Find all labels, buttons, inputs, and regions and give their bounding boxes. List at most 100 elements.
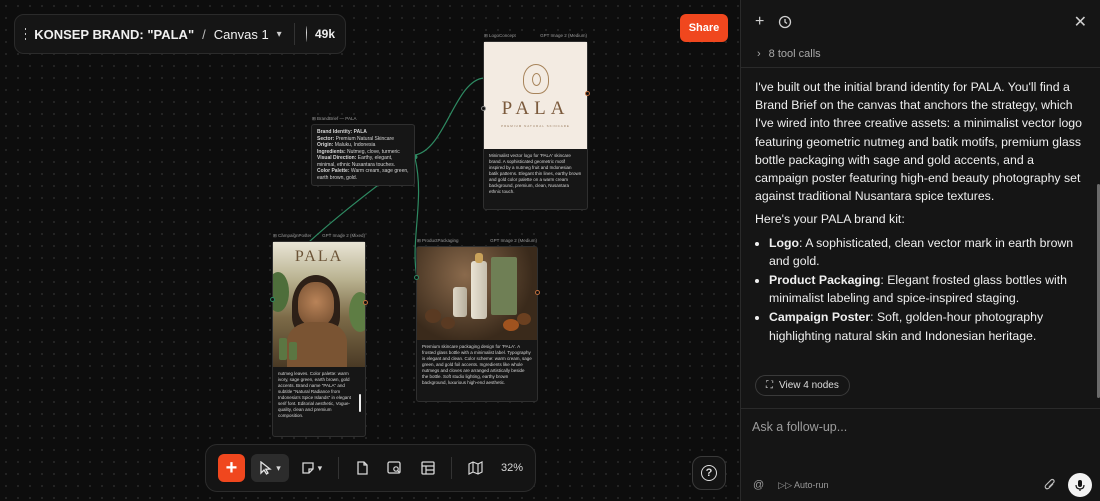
view-nodes-button[interactable]: ⛶ View 4 nodes [755,375,850,396]
output-port[interactable] [585,91,590,96]
view-nodes-label: View 4 nodes [779,380,839,391]
node-header: ⊞ LogoConcept GPT Image 2 (Medium) [484,33,587,39]
canvas-name[interactable]: Canvas 1 [214,27,269,42]
toolbar-divider [451,457,453,479]
output-port[interactable] [363,300,368,305]
logo-image[interactable]: PALA PREMIUM NATURAL SKINCARE [484,42,587,149]
layout-tool[interactable] [414,454,441,482]
logo-prompt: Minimalist vector logo for 'PALA' skinca… [489,153,582,194]
nutmeg-emblem-icon [522,63,549,94]
output-port[interactable] [535,290,540,295]
input-port[interactable] [481,106,486,111]
at-icon[interactable]: @ [753,479,764,491]
add-node-button[interactable]: + [218,454,245,482]
input-placeholder[interactable]: Ask a follow-up... [752,420,847,434]
tool-calls-toggle[interactable]: › 8 tool calls [757,48,821,60]
project-title[interactable]: KONSEP BRAND: "PALA" [34,27,194,42]
toolbar-divider [337,457,339,479]
share-button[interactable]: Share [680,14,728,42]
node-title: ⊞ LogoConcept [484,33,516,38]
list-item: Product Packaging: Elegant frosted glass… [769,271,1087,307]
node-title: ⊞ BrandBrief — PALA [312,116,357,121]
breadcrumb-separator: / [202,26,206,42]
packaging-prompt: Premium skincare packaging design for 'P… [422,344,532,385]
history-icon[interactable] [778,15,792,29]
mic-button[interactable] [1068,473,1092,497]
bottle-shape [289,342,297,360]
node-brand-brief[interactable]: ⊞ BrandBrief — PALA Brand Identity: PALA… [311,116,415,186]
list-item: Logo: A sophisticated, clean vector mark… [769,234,1087,270]
packaging-box [491,257,517,315]
auto-run-toggle[interactable]: ▷▷ Auto-run [778,480,828,491]
packaging-image[interactable] [417,247,537,340]
chat-panel: + ✕ › 8 tool calls I've built out the in… [740,0,1100,501]
message-intro: I've built out the initial brand identit… [755,80,1082,204]
auto-run-icon: ▷▷ [778,479,793,490]
project-bar: KONSEP BRAND: "PALA" / Canvas 1 ▾ 49k [14,14,346,54]
kit-heading: Here's your PALA brand kit: [755,212,905,227]
sticky-note-icon [302,462,314,474]
bottle-shape [471,261,487,319]
leaf-shape [273,272,289,312]
close-icon[interactable]: ✕ [1074,12,1087,32]
layout-icon [421,461,435,475]
follow-up-input[interactable]: Ask a follow-up... @ ▷▷ Auto-run [741,408,1100,501]
node-title: ⊞ CampaignPoster [273,233,312,238]
chevron-right-icon: › [757,48,761,60]
app-window: KONSEP BRAND: "PALA" / Canvas 1 ▾ 49k Sh… [0,0,1100,501]
help-button[interactable]: ? [692,456,726,490]
chevron-down-icon: ▾ [276,462,281,473]
nutmeg-shape [517,313,531,325]
logo-wordmark: PALA [501,97,570,119]
connector-lines [289,77,485,279]
logo-tagline: PREMIUM NATURAL SKINCARE [501,123,570,128]
plus-icon[interactable]: + [755,13,764,31]
brief-line: Visual Direction: Earthy, elegant, minim… [317,155,396,168]
poster-prompt: nutmeg leaves. Color palette: warm ivory… [278,371,352,418]
input-footer: @ ▷▷ Auto-run [753,479,829,491]
node-model: GPT Image 2 (Medium) [490,238,537,243]
node-scrollbar[interactable] [359,394,361,412]
avatar[interactable] [305,26,307,42]
node-header: ⊞ BrandBrief — PALA [312,116,414,122]
menu-icon[interactable] [25,28,27,40]
bottle-shape [279,338,287,360]
node-title: ⊞ ProductPackaging [417,238,459,243]
brief-content: Brand Identity: PALA Sector: Premium Nat… [312,125,414,185]
connector-brief-logo [414,77,485,156]
node-campaign-poster[interactable]: ⊞ CampaignPoster GPT Image 2 (Mixed) PAL… [270,233,368,437]
nodes-icon: ⛶ [766,380,773,391]
credits-count: 49k [314,27,336,41]
assistant-message: I've built out the initial brand identit… [755,78,1087,346]
list-item: Campaign Poster: Soft, golden-hour photo… [769,308,1087,344]
chevron-down-icon[interactable]: ▾ [277,29,282,40]
minimap-tool[interactable] [462,454,489,482]
input-port[interactable] [414,275,419,280]
node-logo-concept[interactable]: ⊞ LogoConcept GPT Image 2 (Medium) PALA … [481,33,590,210]
image-search-icon [387,461,402,474]
mic-icon [1075,479,1085,491]
paperclip-icon[interactable] [1044,478,1056,495]
poster-image[interactable]: PALA [273,242,365,367]
node-product-packaging[interactable]: ⊞ ProductPackaging GPT Image 2 (Medium) … [414,238,540,402]
cursor-icon [260,461,273,475]
brief-line: Color Palette: Warm cream, sage green, e… [317,168,409,181]
help-icon: ? [701,465,717,481]
kit-list: Logo: A sophisticated, clean vector mark… [755,234,1087,345]
sticky-note-tool[interactable]: ▾ [295,454,328,482]
node-header: ⊞ ProductPackaging GPT Image 2 (Medium) [417,238,537,244]
select-tool-button[interactable]: ▾ [250,454,290,482]
divider [741,67,1100,68]
input-port[interactable] [270,297,275,302]
document-tool[interactable] [349,454,376,482]
leaf-shape [349,292,365,332]
node-model: GPT Image 2 (Medium) [540,33,587,38]
map-icon [468,461,483,475]
poster-wordmark: PALA [294,248,344,265]
canvas-toolbar: + ▾ ▾ 32% [205,444,536,492]
zoom-level[interactable]: 32% [501,462,523,474]
document-icon [356,461,368,475]
bottle-cap [475,253,483,263]
canvas[interactable]: KONSEP BRAND: "PALA" / Canvas 1 ▾ 49k Sh… [0,0,740,501]
image-tool[interactable] [382,454,409,482]
